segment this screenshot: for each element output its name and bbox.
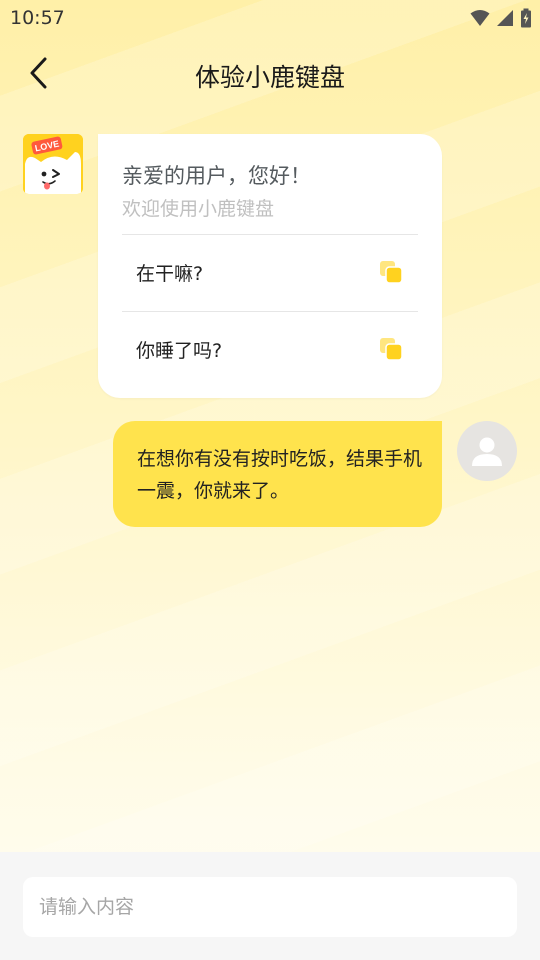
bottom-input-bar: [0, 852, 540, 960]
user-message-text: 在想你有没有按时吃饭，结果手机一震，你就来了。: [137, 448, 423, 502]
copy-icon[interactable]: [378, 259, 404, 285]
user-avatar: [457, 421, 517, 481]
suggestion-row[interactable]: 你睡了吗?: [122, 312, 418, 386]
bot-message-card: 亲爱的用户，您好！ 欢迎使用小鹿键盘 在干嘛? 你睡了吗?: [98, 134, 442, 398]
suggestion-row[interactable]: 在干嘛?: [122, 235, 418, 309]
greeting-subtitle: 欢迎使用小鹿键盘: [122, 198, 275, 220]
cell-signal-icon: [497, 10, 513, 26]
battery-icon: [521, 8, 531, 28]
status-bar: 10:57: [0, 0, 540, 36]
bot-avatar: LOVE: [23, 134, 83, 194]
suggestion-text: 你睡了吗?: [136, 339, 223, 362]
message-input[interactable]: [23, 877, 517, 937]
cat-mascot-icon: LOVE: [23, 134, 83, 194]
nav-bar: 体验小鹿键盘: [0, 44, 540, 102]
user-message-bubble: 在想你有没有按时吃饭，结果手机一震，你就来了。: [113, 421, 442, 527]
greeting-title: 亲爱的用户，您好！: [122, 164, 311, 188]
person-icon: [472, 437, 502, 466]
wifi-icon: [470, 10, 490, 26]
copy-icon[interactable]: [378, 336, 404, 362]
status-icons: [470, 8, 532, 28]
suggestion-text: 在干嘛?: [136, 262, 204, 285]
status-time: 10:57: [10, 7, 65, 29]
page-title: 体验小鹿键盘: [194, 63, 345, 92]
